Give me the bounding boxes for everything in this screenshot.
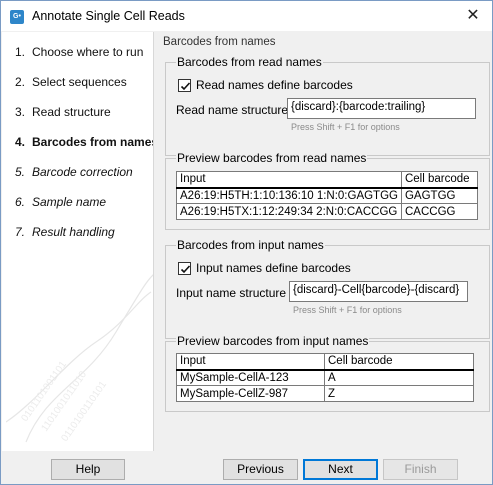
- shift-f1-hint: Press Shift + F1 for options: [293, 305, 402, 315]
- read-preview-table: Input Cell barcode A26:19:H5TH:1:10:136:…: [176, 171, 479, 220]
- column-header-input: Input: [176, 171, 402, 189]
- step-result-handling: 7. Result handling: [15, 225, 115, 239]
- input-names-checkbox[interactable]: [178, 261, 191, 275]
- read-name-structure-input[interactable]: {discard}:{barcode:trailing}: [287, 98, 476, 119]
- input-cell: A26:19:H5TH:1:10:136:10 1:N:0:GAGTGG: [176, 187, 402, 204]
- step-number: 3.: [15, 105, 26, 119]
- close-icon[interactable]: ✕: [462, 5, 484, 27]
- barcode-cell: GAGTGG: [400, 187, 479, 204]
- step-label: Barcodes from names: [32, 135, 154, 149]
- page-title: Barcodes from names: [163, 36, 276, 48]
- step-barcodes-from-names: 4. Barcodes from names: [15, 135, 154, 149]
- title-bar: G• Annotate Single Cell Reads ✕: [1, 1, 492, 31]
- read-names-checkbox-row[interactable]: Read names define barcodes: [178, 78, 353, 92]
- step-number: 4.: [15, 135, 26, 149]
- step-read-structure: 3. Read structure: [15, 105, 111, 119]
- step-barcode-correction: 5. Barcode correction: [15, 165, 133, 179]
- input-cell: MySample-CellA-123: [176, 369, 325, 386]
- table-header-row: Input Cell barcode: [176, 171, 479, 189]
- group-title: Preview barcodes from read names: [176, 151, 368, 165]
- help-button[interactable]: Help: [51, 459, 125, 480]
- read-names-checkbox-label: Read names define barcodes: [196, 78, 353, 92]
- previous-button[interactable]: Previous: [223, 459, 298, 480]
- table-row[interactable]: A26:19:H5TH:1:10:136:10 1:N:0:GAGTGG GAG…: [176, 187, 479, 204]
- column-header-cell-barcode: Cell barcode: [324, 353, 474, 371]
- checkmark-icon: [180, 81, 191, 90]
- window-title: Annotate Single Cell Reads: [32, 9, 185, 23]
- app-logo-icon: G•: [10, 10, 24, 24]
- input-name-structure-label: Input name structure: [176, 286, 287, 300]
- wizard-steps-sidebar: 1. Choose where to run 2. Select sequences…: [2, 32, 154, 451]
- input-names-group: Barcodes from input names Input names de…: [165, 238, 490, 339]
- group-title: Preview barcodes from input names: [176, 334, 370, 348]
- step-choose-where-to-run: 1. Choose where to run: [15, 45, 143, 59]
- input-names-checkbox-row[interactable]: Input names define barcodes: [178, 261, 351, 275]
- column-header-input: Input: [176, 353, 325, 371]
- step-select-sequences: 2. Select sequences: [15, 75, 127, 89]
- dialog-window: G• Annotate Single Cell Reads ✕ 1. Choose…: [0, 0, 493, 485]
- table-row[interactable]: A26:19:H5TX:1:12:249:34 2:N:0:CACCGG CAC…: [176, 203, 479, 220]
- column-header-cell-barcode: Cell barcode: [400, 171, 479, 189]
- group-title: Barcodes from read names: [176, 55, 323, 69]
- checkmark-icon: [180, 264, 191, 273]
- barcode-cell: CACCGG: [400, 203, 479, 220]
- barcode-cell: A: [324, 369, 474, 386]
- step-label: Read structure: [32, 105, 111, 119]
- next-button[interactable]: Next: [303, 459, 378, 480]
- read-names-checkbox[interactable]: [178, 78, 191, 92]
- input-names-checkbox-label: Input names define barcodes: [196, 261, 351, 275]
- step-label: Choose where to run: [32, 45, 144, 59]
- read-names-group: Barcodes from read names Read names defi…: [165, 55, 490, 156]
- step-label: Result handling: [32, 225, 115, 239]
- shift-f1-hint: Press Shift + F1 for options: [291, 122, 400, 132]
- input-preview-group: Preview barcodes from input names Input …: [165, 334, 490, 412]
- finish-button[interactable]: Finish: [383, 459, 458, 480]
- input-cell: A26:19:H5TX:1:12:249:34 2:N:0:CACCGG: [176, 203, 402, 220]
- read-name-structure-label: Read name structure: [176, 103, 289, 117]
- input-cell: MySample-CellZ-987: [176, 385, 325, 402]
- table-row[interactable]: MySample-CellZ-987 Z: [176, 385, 474, 402]
- step-label: Barcode correction: [32, 165, 133, 179]
- table-row[interactable]: MySample-CellA-123 A: [176, 369, 474, 386]
- table-header-row: Input Cell barcode: [176, 353, 474, 371]
- step-label: Select sequences: [32, 75, 127, 89]
- read-preview-group: Preview barcodes from read names Input C…: [165, 151, 490, 230]
- input-preview-table: Input Cell barcode MySample-CellA-123 A …: [176, 353, 474, 402]
- main-panel: Barcodes from names Barcodes from read n…: [161, 32, 492, 451]
- step-sample-name: 6. Sample name: [15, 195, 106, 209]
- step-label: Sample name: [32, 195, 107, 209]
- barcode-cell: Z: [324, 385, 474, 402]
- input-name-structure-input[interactable]: {discard}-Cell{barcode}-{discard}: [289, 281, 468, 302]
- dna-watermark-icon: 0101101001101 1101001011010 011010011010…: [6, 274, 153, 444]
- step-number: 6.: [15, 195, 26, 209]
- step-number: 1.: [15, 45, 26, 59]
- step-number: 5.: [15, 165, 26, 179]
- group-title: Barcodes from input names: [176, 238, 325, 252]
- step-number: 7.: [15, 225, 26, 239]
- step-number: 2.: [15, 75, 26, 89]
